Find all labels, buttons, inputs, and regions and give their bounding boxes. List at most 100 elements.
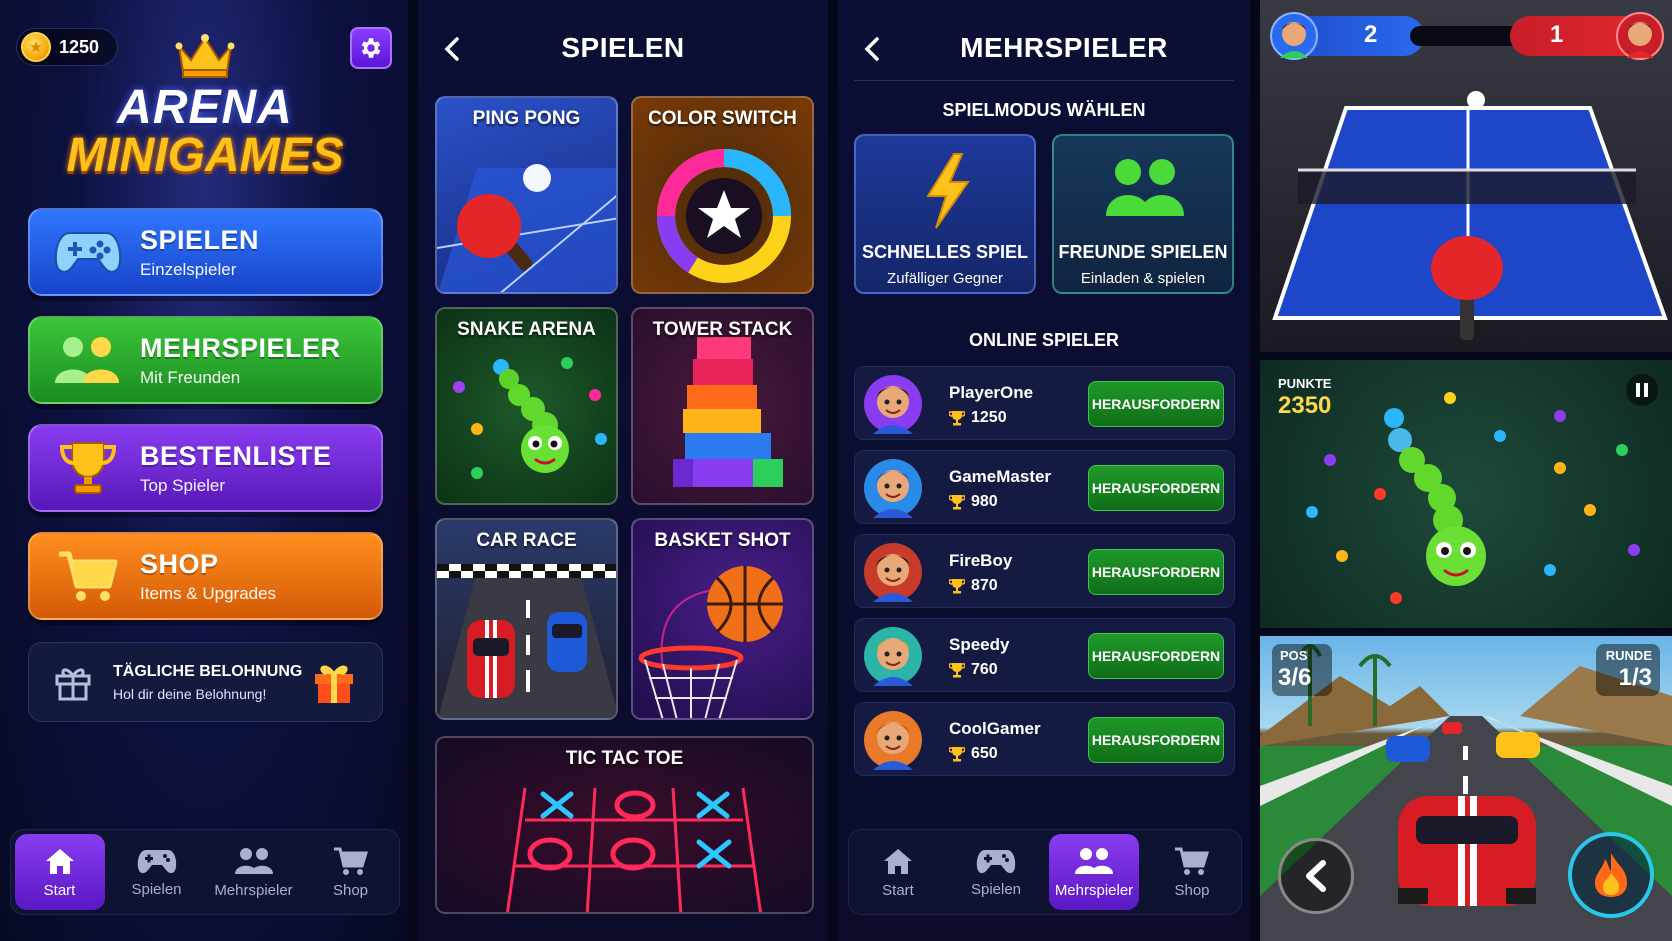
mode-heading: SPIELMODUS WÄHLEN [942, 100, 1146, 120]
multiplayer-button-subtitle: Mit Freunden [140, 367, 241, 387]
friends-icon [1106, 159, 1184, 216]
logo-line-1: ARENA [117, 81, 293, 134]
play-friends-subtitle: Einladen & spielen [1080, 270, 1206, 287]
multiplayer-screen: MEHRSPIELER SPIELMODUS WÄHLEN SCHNELLES … [838, 0, 1250, 941]
nav-start[interactable]: Start [853, 834, 943, 910]
daily-reward-subtitle: Hol dir deine Belohnung! [113, 685, 267, 702]
game-tile-color-switch[interactable]: COLOR SWITCH [631, 96, 814, 294]
player-score: 1250 [949, 409, 1007, 427]
nav-play[interactable]: Spielen [112, 834, 202, 910]
coin-icon [21, 32, 51, 62]
player-row: Speedy 760 HERAUSFORDERN [854, 618, 1235, 692]
quick-match-title: SCHNELLES SPIEL [861, 242, 1029, 262]
play-button[interactable]: SPIELEN Einzelspieler [28, 208, 383, 296]
player-score-value: 870 [971, 577, 998, 594]
avatar [864, 711, 922, 770]
game-tile-ping-pong[interactable]: PING PONG [435, 96, 618, 294]
boost-button[interactable] [1568, 832, 1654, 918]
game-tile-title: TOWER STACK [652, 319, 793, 340]
points-value: 2350 [1278, 392, 1332, 419]
nav-shop[interactable]: Shop [1147, 834, 1237, 910]
player-row: FireBoy 870 HERAUSFORDERN [854, 534, 1235, 608]
divider [854, 80, 1234, 81]
avatar [864, 543, 922, 602]
trophy-icon [949, 579, 965, 594]
home-icon [884, 848, 912, 874]
game-tile-car-race[interactable]: CAR RACE [435, 518, 618, 720]
bottom-nav: Start Spielen Mehrspieler Shop [10, 829, 400, 915]
player-score: 760 [949, 661, 998, 679]
challenge-button[interactable]: HERAUSFORDERN [1088, 717, 1224, 763]
snake-gameplay: PUNKTE 2350 [1260, 360, 1672, 628]
fire-icon [1595, 853, 1627, 897]
trophy-icon [949, 495, 965, 510]
nav-shop-label: Shop [332, 881, 369, 899]
gamepad-icon [54, 232, 122, 273]
player-row: GameMaster 980 HERAUSFORDERN [854, 450, 1235, 524]
player-score-value: 650 [971, 745, 998, 762]
lap-hud: RUNDE 1/3 [1596, 644, 1660, 696]
shop-button-subtitle: Items & Upgrades [140, 583, 277, 603]
quick-match-subtitle: Zufälliger Gegner [887, 270, 1003, 287]
nav-shop[interactable]: Shop [306, 834, 396, 910]
steer-left-button[interactable] [1278, 838, 1354, 914]
games-screen: SPIELEN PING PONG COLOR SWITCH SNAKE ARE… [418, 0, 828, 941]
challenge-button[interactable]: HERAUSFORDERN [1088, 549, 1224, 595]
shop-button-title: SHOP [140, 548, 219, 579]
player-score: 650 [949, 745, 998, 763]
leaderboard-button-title: BESTENLISTE [140, 440, 332, 471]
avatar [864, 627, 922, 686]
player-row: CoolGamer 650 HERAUSFORDERN [854, 702, 1235, 776]
nav-multiplayer[interactable]: Mehrspieler [1049, 834, 1139, 910]
player-score-red: 1 [1510, 12, 1664, 60]
challenge-button[interactable]: HERAUSFORDERN [1088, 633, 1224, 679]
game-tile-basket-shot[interactable]: BASKET SHOT [631, 518, 814, 720]
player-name: FireBoy [949, 551, 1013, 570]
nav-multiplayer-label: Mehrspieler [214, 881, 293, 899]
quick-match-card[interactable]: SCHNELLES SPIEL Zufälliger Gegner [854, 134, 1036, 294]
nav-play[interactable]: Spielen [951, 834, 1041, 910]
game-tile-title: TIC TAC TOE [565, 748, 684, 769]
nav-start-label: Start [43, 881, 76, 899]
users-icon [234, 847, 273, 874]
main-menu-screen: 1250 ARENA MINIGAMES SPIELEN Einzelspiel… [0, 0, 408, 941]
player-score-value: 760 [971, 661, 998, 678]
avatar [864, 459, 922, 518]
position-value: 3/6 [1278, 664, 1312, 691]
race-gameplay: POS 3/6 RUNDE 1/3 [1260, 636, 1672, 941]
game-tile-title: SNAKE ARENA [457, 319, 596, 340]
nav-start[interactable]: Start [14, 834, 105, 910]
multiplayer-button[interactable]: MEHRSPIELER Mit Freunden [28, 316, 383, 404]
challenge-button[interactable]: HERAUSFORDERN [1088, 381, 1224, 427]
cart-icon [333, 847, 368, 875]
nav-multiplayer-label: Mehrspieler [1054, 881, 1134, 899]
gamepad-icon [137, 849, 176, 873]
lap-value: 1/3 [1618, 664, 1652, 691]
page-title: MEHRSPIELER [960, 32, 1168, 63]
users-icon [55, 337, 119, 383]
daily-reward-banner[interactable]: TÄGLICHE BELOHNUNG Hol dir deine Belohnu… [28, 642, 383, 722]
game-tile-title: COLOR SWITCH [648, 108, 797, 129]
pause-button[interactable] [1626, 374, 1658, 406]
game-tile-snake-arena[interactable]: SNAKE ARENA [435, 307, 618, 505]
points-label: PUNKTE [1278, 376, 1332, 391]
nav-play-label: Spielen [970, 880, 1022, 898]
gear-icon [361, 38, 381, 58]
crown-icon [175, 34, 235, 78]
play-friends-card[interactable]: FREUNDE SPIELEN Einladen & spielen [1052, 134, 1234, 294]
avatar [864, 375, 922, 434]
leaderboard-button[interactable]: BESTENLISTE Top Spieler [28, 424, 383, 512]
logo-line-2: MINIGAMES [66, 129, 344, 182]
users-icon [1075, 847, 1113, 874]
game-tile-tic-tac-toe[interactable]: TIC TAC TOE [435, 736, 814, 914]
gift-outline-icon [55, 668, 91, 701]
daily-reward-title: TÄGLICHE BELOHNUNG [113, 662, 303, 680]
game-tile-tower-stack[interactable]: TOWER STACK [631, 307, 814, 505]
position-label: POS [1280, 648, 1308, 663]
nav-multiplayer[interactable]: Mehrspieler [209, 834, 299, 910]
shop-button[interactable]: SHOP Items & Upgrades [28, 532, 383, 620]
home-icon [45, 848, 74, 874]
nav-start-label: Start [882, 881, 914, 899]
challenge-button[interactable]: HERAUSFORDERN [1088, 465, 1224, 511]
player-score: 980 [949, 493, 998, 511]
